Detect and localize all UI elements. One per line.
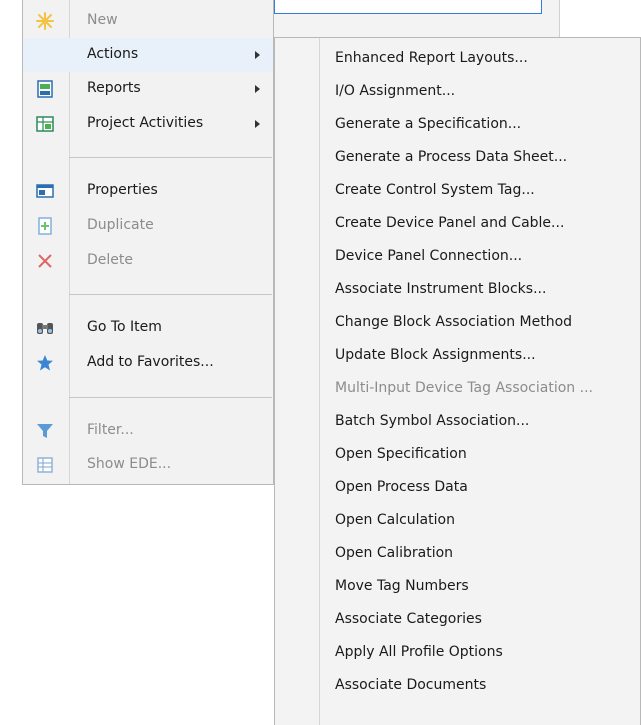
menu-item-label: Delete [87, 252, 133, 268]
submenu-item-open-calibration[interactable]: Open Calibration [335, 545, 453, 577]
menu-separator [69, 157, 272, 158]
duplicate-icon [35, 217, 55, 235]
menu-item-label: Duplicate [87, 217, 154, 233]
menu-item-label: Filter... [87, 422, 134, 438]
submenu-item-update-block-assignments[interactable]: Update Block Assignments... [335, 347, 536, 379]
menu-item-go-to-item[interactable]: Go To Item [23, 311, 273, 345]
submenu-item-io-assignment[interactable]: I/O Assignment... [335, 83, 455, 115]
menu-separator [69, 397, 272, 398]
submenu-item-generate-process-data-sheet[interactable]: Generate a Process Data Sheet... [335, 149, 567, 181]
submenu-item-apply-all-profile-options[interactable]: Apply All Profile Options [335, 644, 503, 676]
binoculars-icon [35, 319, 55, 337]
new-star-icon [35, 12, 55, 30]
submenu-arrow-icon [255, 85, 260, 93]
submenu-item-enhanced-report-layouts[interactable]: Enhanced Report Layouts... [335, 50, 528, 82]
delete-x-icon [35, 252, 55, 270]
menu-item-new[interactable]: New [23, 4, 273, 38]
submenu-item-open-calculation[interactable]: Open Calculation [335, 512, 455, 544]
menu-separator [69, 294, 272, 295]
menu-item-add-to-favorites[interactable]: Add to Favorites... [23, 346, 273, 380]
menu-item-label: Properties [87, 182, 158, 198]
menu-item-actions[interactable]: Actions [23, 38, 273, 72]
project-activities-icon [35, 115, 55, 133]
menu-item-project-activities[interactable]: Project Activities [23, 107, 273, 141]
submenu-item-associate-documents[interactable]: Associate Documents [335, 677, 486, 709]
submenu-item-associate-categories[interactable]: Associate Categories [335, 611, 482, 643]
show-ede-icon [35, 456, 55, 474]
menu-item-label: Go To Item [87, 319, 162, 335]
submenu-item-create-device-panel-cable[interactable]: Create Device Panel and Cable... [335, 215, 564, 247]
submenu-item-generate-specification[interactable]: Generate a Specification... [335, 116, 521, 148]
submenu-arrow-icon [255, 120, 260, 128]
submenu-item-multi-input-device-tag-association[interactable]: Multi-Input Device Tag Association ... [335, 380, 593, 412]
menu-item-show-ede[interactable]: Show EDE... [23, 448, 273, 482]
submenu-item-open-process-data[interactable]: Open Process Data [335, 479, 468, 511]
submenu-item-open-specification[interactable]: Open Specification [335, 446, 467, 478]
submenu-item-change-block-association-method[interactable]: Change Block Association Method [335, 314, 572, 346]
submenu-item-create-control-system-tag[interactable]: Create Control System Tag... [335, 182, 535, 214]
submenu-item-batch-symbol-association[interactable]: Batch Symbol Association... [335, 413, 529, 445]
context-menu: New Actions Reports Project Activities P… [22, 0, 274, 485]
menu-item-filter[interactable]: Filter... [23, 414, 273, 448]
submenu-item-associate-instrument-blocks[interactable]: Associate Instrument Blocks... [335, 281, 546, 313]
menu-item-properties[interactable]: Properties [23, 174, 273, 208]
menu-item-label: Show EDE... [87, 456, 172, 472]
submenu-item-move-tag-numbers[interactable]: Move Tag Numbers [335, 578, 469, 610]
menu-item-label: Reports [87, 80, 141, 96]
menu-item-delete[interactable]: Delete [23, 244, 273, 278]
actions-submenu: Enhanced Report Layouts... I/O Assignmen… [274, 37, 641, 725]
reports-icon [35, 80, 55, 98]
screen: New Actions Reports Project Activities P… [0, 0, 641, 725]
menu-item-reports[interactable]: Reports [23, 72, 273, 106]
menu-item-label: Add to Favorites... [87, 354, 214, 370]
menu-item-label: New [87, 12, 118, 28]
menu-item-label: Project Activities [87, 115, 204, 131]
filter-funnel-icon [35, 422, 55, 440]
background-input-field [274, 0, 542, 14]
submenu-item-device-panel-connection[interactable]: Device Panel Connection... [335, 248, 522, 280]
properties-icon [35, 182, 55, 200]
favorites-star-icon [35, 354, 55, 372]
submenu-arrow-icon [255, 51, 260, 59]
submenu-icon-column [275, 38, 320, 725]
menu-item-label: Actions [87, 46, 139, 62]
menu-item-duplicate[interactable]: Duplicate [23, 209, 273, 243]
